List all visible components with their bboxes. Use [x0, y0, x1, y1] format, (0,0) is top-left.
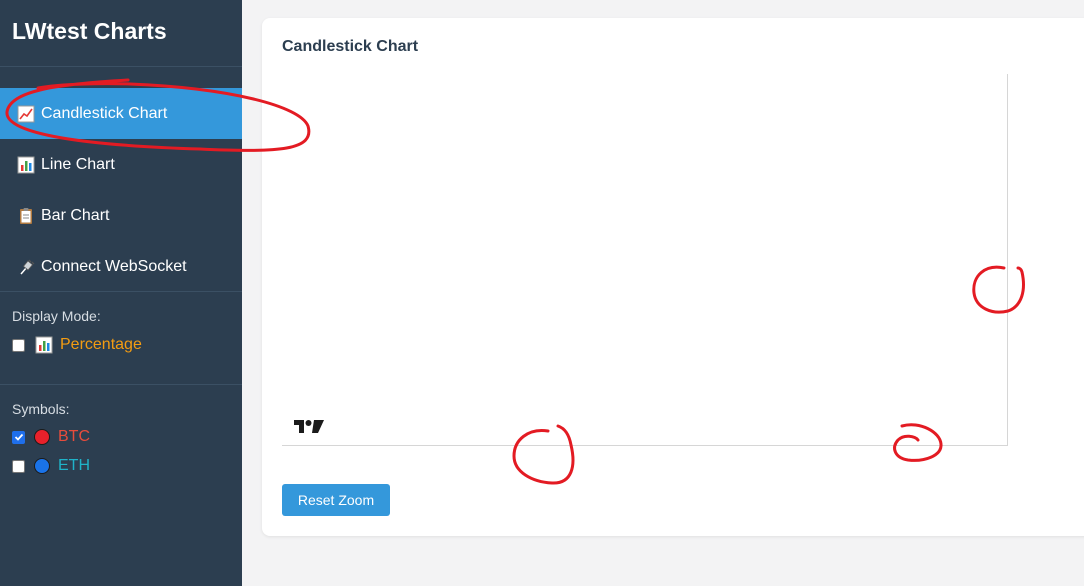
chart-card: Candlestick Chart Reset Zoom	[262, 18, 1084, 536]
reset-zoom-button[interactable]: Reset Zoom	[282, 484, 390, 516]
percentage-checkbox[interactable]	[12, 338, 25, 352]
chart-canvas[interactable]	[282, 74, 1008, 446]
divider	[0, 384, 242, 385]
nav-item-connect-websocket[interactable]: Connect WebSocket	[0, 241, 242, 292]
symbols-label: Symbols:	[12, 401, 70, 417]
eth-checkbox[interactable]	[12, 459, 25, 473]
nav-item-label: Bar Chart	[41, 206, 110, 224]
app-title: LWtest Charts	[12, 18, 167, 44]
price-scale-border	[1007, 74, 1008, 446]
chart-title: Candlestick Chart	[282, 38, 419, 55]
plug-icon	[16, 257, 36, 277]
symbol-eth[interactable]: ETH	[12, 457, 90, 475]
eth-label: ETH	[58, 457, 90, 474]
nav-item-candlestick-chart[interactable]: Candlestick Chart	[0, 88, 242, 139]
percentage-option[interactable]: Percentage	[12, 335, 142, 355]
percentage-label: Percentage	[60, 336, 142, 353]
nav-item-bar-chart[interactable]: Bar Chart	[0, 190, 242, 241]
btc-color-dot	[34, 429, 50, 445]
eth-color-dot	[34, 458, 50, 474]
divider	[0, 66, 242, 67]
divider	[0, 291, 242, 292]
btc-label: BTC	[58, 428, 90, 445]
symbol-btc[interactable]: BTC	[12, 428, 90, 446]
tradingview-logo-icon	[294, 420, 324, 433]
clipboard-icon	[16, 206, 36, 226]
sidebar: LWtest Charts Candlestick Chart Line Cha…	[0, 0, 242, 586]
display-mode-label: Display Mode:	[12, 308, 101, 324]
nav-item-line-chart[interactable]: Line Chart	[0, 139, 242, 190]
nav-item-label: Candlestick Chart	[41, 104, 168, 122]
btc-checkbox[interactable]	[12, 430, 25, 444]
line-chart-icon	[16, 104, 36, 124]
bar-chart-icon	[34, 335, 54, 355]
time-scale-border	[282, 445, 1008, 446]
nav-item-label: Connect WebSocket	[41, 257, 187, 275]
nav-item-label: Line Chart	[41, 155, 115, 173]
bar-chart-icon	[16, 155, 36, 175]
